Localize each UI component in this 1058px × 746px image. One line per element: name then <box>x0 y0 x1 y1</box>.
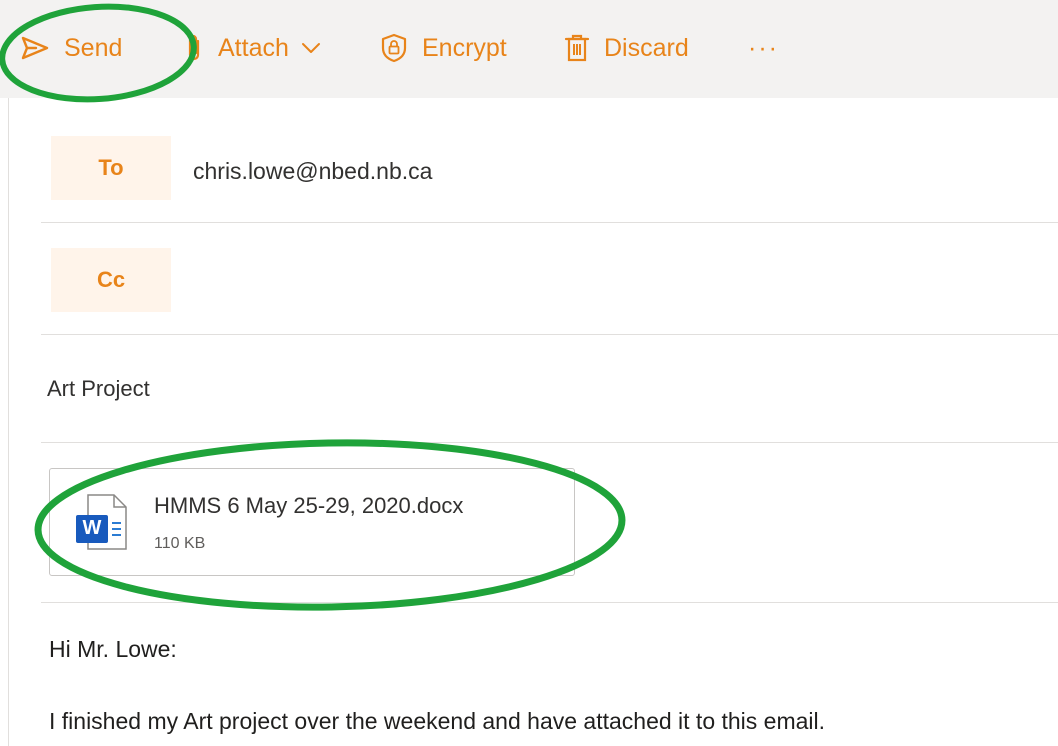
cc-button[interactable]: Cc <box>51 248 171 312</box>
more-options-button[interactable]: ··· <box>748 28 779 68</box>
subject-field[interactable]: Art Project <box>47 376 150 402</box>
discard-label: Discard <box>604 33 689 62</box>
shield-lock-icon <box>380 33 408 63</box>
encrypt-label: Encrypt <box>422 33 507 62</box>
attachment-file-size: 110 KB <box>154 535 206 552</box>
send-label: Send <box>64 33 123 62</box>
attach-button[interactable]: Attach <box>186 28 321 68</box>
encrypt-button[interactable]: Encrypt <box>380 28 507 68</box>
body-greeting[interactable]: Hi Mr. Lowe: <box>49 636 177 663</box>
word-icon-letter: W <box>82 517 102 539</box>
chevron-down-icon[interactable] <box>301 41 321 55</box>
divider <box>41 602 1058 603</box>
attachment-card[interactable]: W HMMS 6 May 25-29, 2020.docx 110 KB <box>49 468 575 576</box>
attachment-file-name: HMMS 6 May 25-29, 2020.docx <box>154 493 464 518</box>
cc-label: Cc <box>96 267 126 292</box>
send-icon <box>20 35 50 61</box>
divider <box>41 222 1058 223</box>
to-button[interactable]: To <box>51 136 171 200</box>
paperclip-icon <box>186 33 204 63</box>
body-line[interactable]: I finished my Art project over the weeke… <box>49 708 825 735</box>
send-button[interactable]: Send <box>20 28 122 68</box>
more-options-label: ··· <box>748 33 779 62</box>
discard-button[interactable]: Discard <box>564 28 689 68</box>
divider <box>41 442 1058 443</box>
compose-pane: To chris.lowe@nbed.nb.ca Cc Art Project … <box>8 98 1058 746</box>
trash-icon <box>564 33 590 63</box>
attach-label: Attach <box>218 33 289 62</box>
command-toolbar: Send Attach Encrypt Discard ··· <box>0 0 1058 98</box>
word-document-icon: W <box>74 493 130 556</box>
to-recipient[interactable]: chris.lowe@nbed.nb.ca <box>193 158 432 185</box>
divider <box>41 334 1058 335</box>
to-label: To <box>98 155 124 180</box>
